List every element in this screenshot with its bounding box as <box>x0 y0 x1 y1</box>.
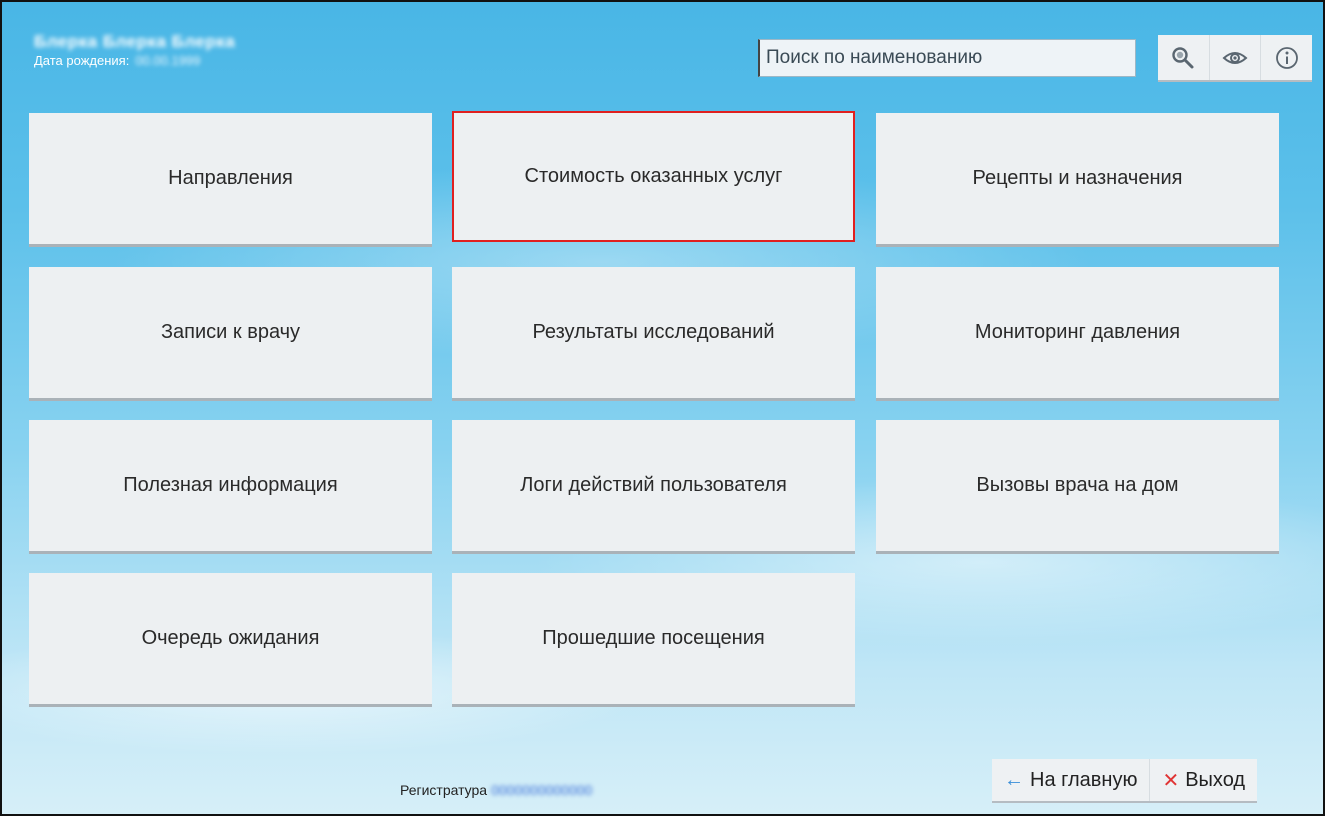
back-arrow-icon: ← <box>1004 768 1024 791</box>
tile-home-doctor-calls[interactable]: Вызовы врача на дом <box>876 420 1279 551</box>
close-icon: ✕ <box>1162 769 1180 792</box>
footer-buttons: ← На главную ✕ Выход <box>992 759 1258 801</box>
tile-referrals[interactable]: Направления <box>29 113 432 244</box>
exit-button-label: Выход <box>1185 768 1246 791</box>
home-button-label: На главную <box>1030 768 1138 791</box>
tile-waiting-queue[interactable]: Очередь ожидания <box>29 573 432 704</box>
search-input[interactable] <box>758 39 1136 77</box>
view-button[interactable] <box>1210 35 1262 80</box>
toolbar-icons <box>1158 35 1312 80</box>
search-button[interactable] <box>1158 35 1210 80</box>
tile-prescriptions[interactable]: Рецепты и назначения <box>876 113 1279 244</box>
tile-past-visits[interactable]: Прошедшие посещения <box>452 573 855 704</box>
dob-label: Дата рождения: <box>34 53 130 68</box>
app-window: Блерка Блерка Блерка Дата рождения: 00.00… <box>0 0 1325 816</box>
tile-pressure-monitoring[interactable]: Мониторинг давления <box>876 267 1279 398</box>
tile-user-action-logs[interactable]: Логи действий пользователя <box>452 420 855 551</box>
dob-value: 00.00.1999 <box>135 53 201 68</box>
patient-name: Блерка Блерка Блерка <box>34 32 236 51</box>
tile-test-results[interactable]: Результаты исследований <box>452 267 855 398</box>
info-button[interactable] <box>1261 35 1312 80</box>
eye-icon <box>1222 51 1248 64</box>
home-button[interactable]: ← На главную <box>992 759 1149 801</box>
tile-services-cost[interactable]: Стоимость оказанных услуг <box>452 111 855 242</box>
tile-useful-info[interactable]: Полезная информация <box>29 420 432 551</box>
registry-info: Регистратура 0000000000000 <box>400 782 592 798</box>
info-icon <box>1275 46 1298 69</box>
search-icon <box>1172 46 1194 68</box>
exit-button[interactable]: ✕ Выход <box>1149 759 1257 801</box>
registry-label: Регистратура <box>400 782 488 798</box>
patient-dob: Дата рождения: 00.00.1999 <box>34 53 200 68</box>
tile-doctor-appointments[interactable]: Записи к врачу <box>29 267 432 398</box>
registry-value: 0000000000000 <box>491 782 593 798</box>
